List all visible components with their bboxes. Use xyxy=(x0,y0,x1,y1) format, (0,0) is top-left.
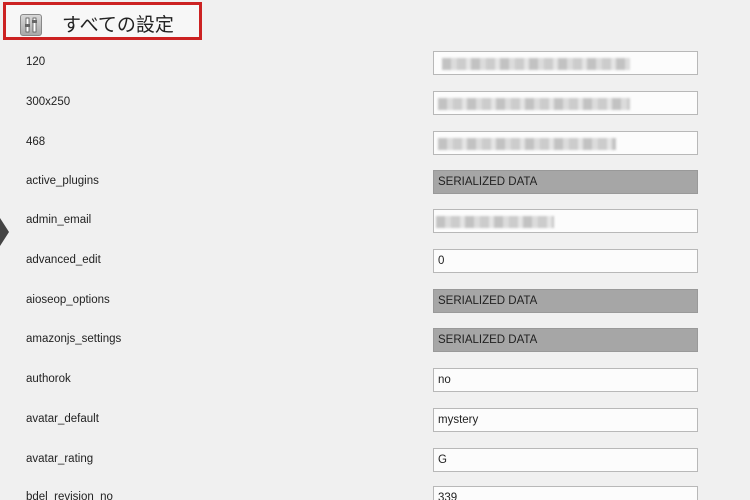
option-label: avatar_default xyxy=(26,413,99,425)
option-value-field[interactable]: no xyxy=(433,368,698,392)
page-title: すべての設定 xyxy=(62,14,174,36)
option-label: aioseop_options xyxy=(26,294,110,306)
option-value-field[interactable]: G xyxy=(433,448,698,472)
option-row-120: 120 xyxy=(0,51,750,77)
option-row-amazonjs-settings: amazonjs_settings SERIALIZED DATA xyxy=(0,328,750,354)
option-row-avatar-default: avatar_default mystery xyxy=(0,408,750,434)
option-value-field[interactable]: SERIALIZED DATA xyxy=(433,170,698,194)
option-row-aioseop-options: aioseop_options SERIALIZED DATA xyxy=(0,289,750,315)
option-label: 300x250 xyxy=(26,96,71,108)
option-value-field[interactable]: mystery xyxy=(433,408,698,432)
option-label: 120 xyxy=(26,56,46,68)
option-label: bdel_revision_no xyxy=(26,491,113,500)
option-row-authorok: authorok no xyxy=(0,368,750,394)
option-row-advanced-edit: advanced_edit 0 xyxy=(0,249,750,275)
settings-icon xyxy=(20,14,42,36)
option-row-admin-email: admin_email xyxy=(0,209,750,235)
option-label: active_plugins xyxy=(26,175,99,187)
option-value-field[interactable] xyxy=(433,51,698,75)
option-row-300x250: 300x250 xyxy=(0,91,750,117)
option-value-field[interactable] xyxy=(433,131,698,155)
option-row-active-plugins: active_plugins SERIALIZED DATA xyxy=(0,170,750,196)
option-label: amazonjs_settings xyxy=(26,333,122,345)
option-row-468: 468 xyxy=(0,131,750,157)
option-value-field[interactable]: 339 xyxy=(433,486,698,500)
option-value-field[interactable]: SERIALIZED DATA xyxy=(433,289,698,313)
option-row-avatar-rating: avatar_rating G xyxy=(0,448,750,474)
option-value-field[interactable] xyxy=(433,209,698,233)
option-value-field[interactable]: 0 xyxy=(433,249,698,273)
option-row-bdel-revision-no: bdel_revision_no 339 xyxy=(0,486,750,500)
option-label: authorok xyxy=(26,373,71,385)
option-label: advanced_edit xyxy=(26,254,101,266)
page-title-box: すべての設定 xyxy=(3,2,202,40)
option-label: avatar_rating xyxy=(26,453,94,465)
option-value-field[interactable] xyxy=(433,91,698,115)
option-label: admin_email xyxy=(26,214,92,226)
option-label: 468 xyxy=(26,136,46,148)
option-value-field[interactable]: SERIALIZED DATA xyxy=(433,328,698,352)
